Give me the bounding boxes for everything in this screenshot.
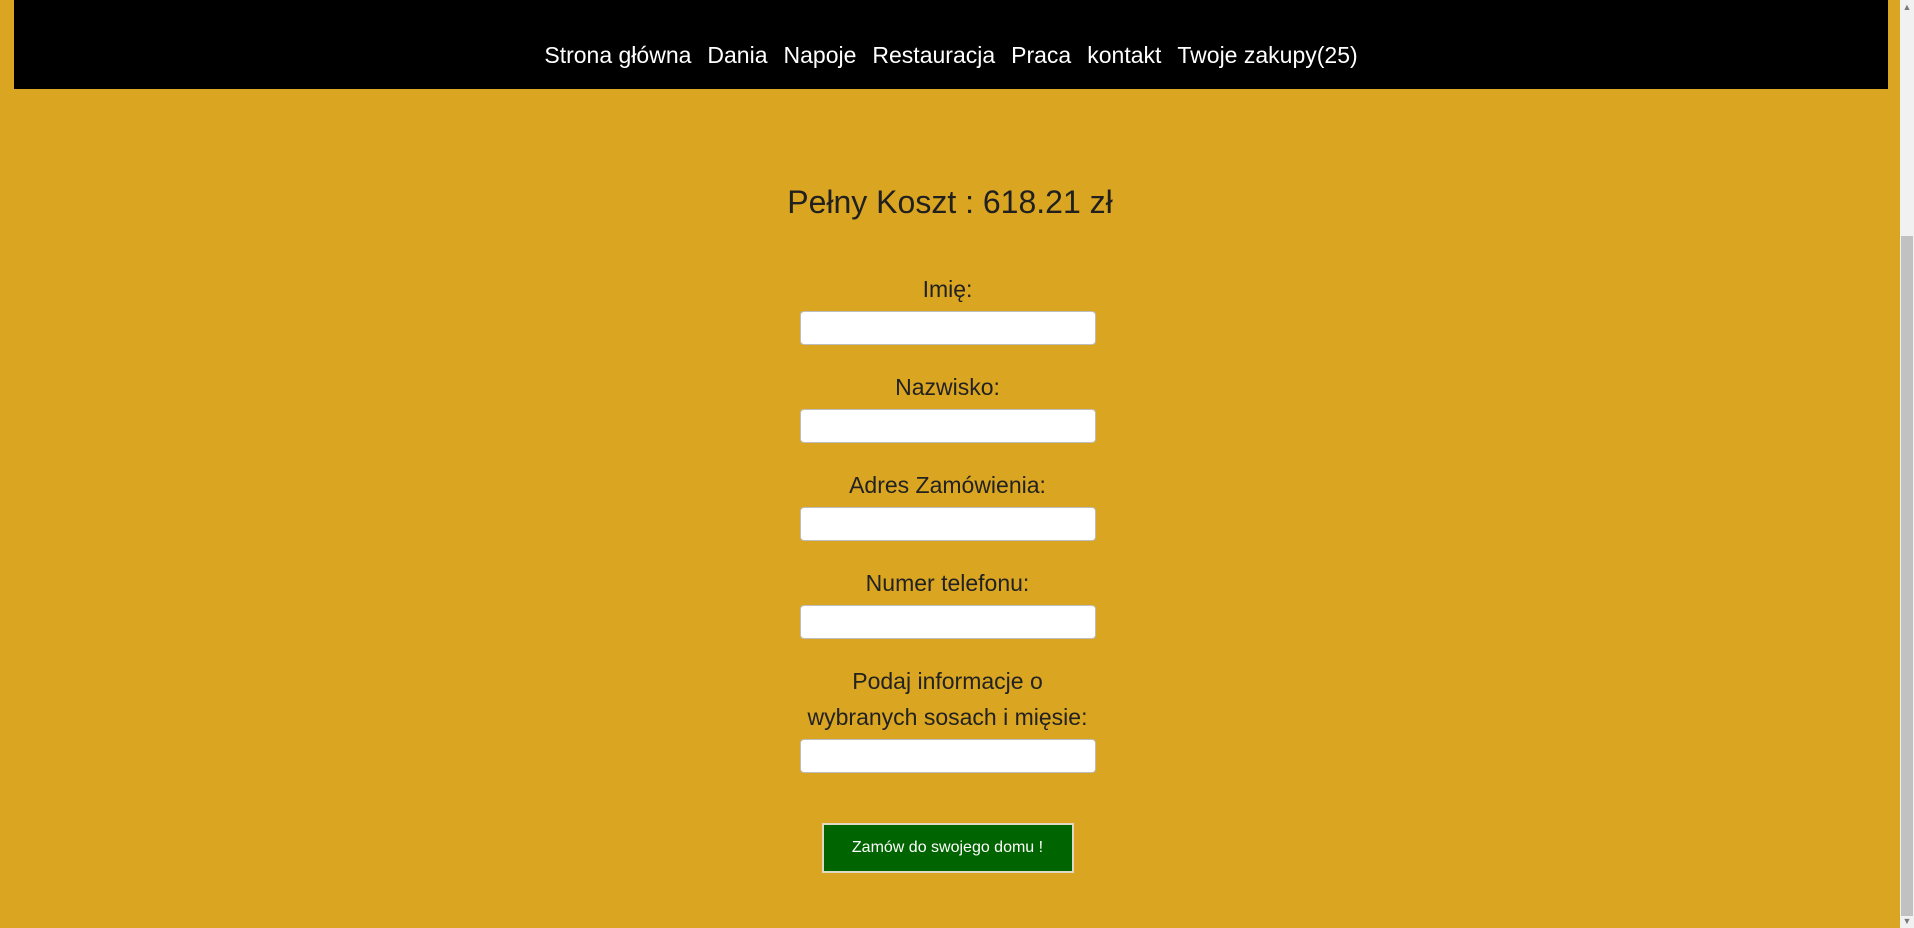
nav-link-jobs[interactable]: Praca [1003, 41, 1079, 69]
order-form: Imię: Nazwisko: Adres Zamówienia: Numer … [795, 267, 1100, 873]
phone-input[interactable] [799, 605, 1096, 639]
first-name-input[interactable] [799, 311, 1096, 345]
nav-link-cart[interactable]: Twoje zakupy(25) [1169, 41, 1365, 69]
last-name-label: Nazwisko: [895, 374, 1000, 400]
vertical-scrollbar[interactable]: ▲ ▼ [1900, 0, 1914, 928]
triangle-up-icon[interactable]: ▲ [1900, 0, 1914, 14]
top-navigation-bar: Strona główna Dania Napoje Restauracja P… [14, 0, 1888, 89]
total-cost-heading: Pełny Koszt : 618.21 zł [787, 184, 1113, 220]
phone-label: Numer telefonu: [865, 570, 1030, 596]
address-label: Adres Zamówienia: [849, 472, 1046, 498]
nav-link-drinks[interactable]: Napoje [776, 41, 865, 69]
scrollbar-thumb[interactable] [1901, 236, 1913, 916]
nav-link-dishes[interactable]: Dania [699, 41, 775, 69]
order-submit-button[interactable]: Zamów do swojego domu ! [821, 823, 1074, 873]
triangle-down-icon[interactable]: ▼ [1900, 914, 1914, 928]
notes-input[interactable] [799, 739, 1096, 773]
first-name-label: Imię: [922, 276, 973, 302]
page: Strona główna Dania Napoje Restauracja P… [0, 0, 1914, 928]
last-name-input[interactable] [799, 409, 1096, 443]
notes-label: Podaj informacje o wybranych sosach i mi… [807, 668, 1088, 730]
nav-link-contact[interactable]: kontakt [1079, 41, 1169, 69]
main-menu: Strona główna Dania Napoje Restauracja P… [14, 41, 1888, 69]
address-input[interactable] [799, 507, 1096, 541]
nav-link-restaurant[interactable]: Restauracja [864, 41, 1003, 69]
nav-link-home[interactable]: Strona główna [536, 41, 699, 69]
